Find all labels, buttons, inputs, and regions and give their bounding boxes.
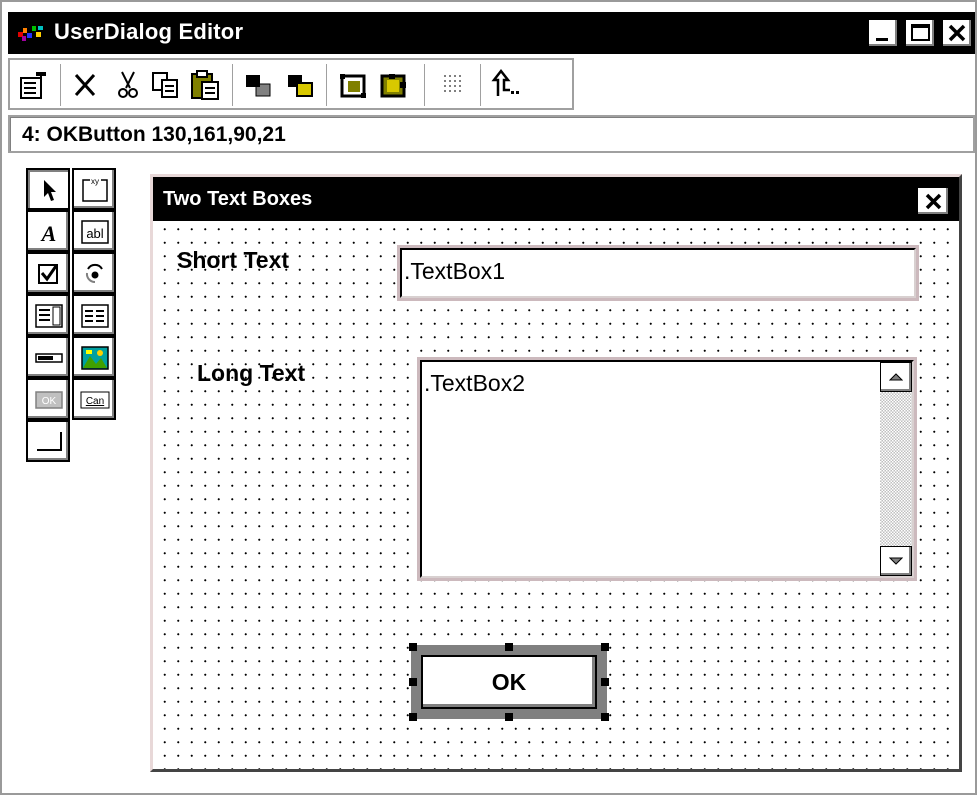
- toolbar: [8, 58, 574, 110]
- control-toolbox: xy A abl OK Can: [26, 168, 120, 476]
- svg-text:Can: Can: [86, 396, 104, 407]
- bring-to-front-button[interactable]: [282, 66, 318, 104]
- resize-handle[interactable]: [505, 643, 513, 651]
- tool-okbutton[interactable]: OK: [26, 378, 70, 420]
- tool-pointer[interactable]: [26, 168, 70, 210]
- textbox1-control[interactable]: .TextBox1: [397, 245, 919, 301]
- tool-optionbutton[interactable]: [72, 252, 116, 294]
- ok-button-selected[interactable]: OK: [409, 643, 609, 721]
- tool-cancelbutton[interactable]: Can: [72, 378, 116, 420]
- close-button[interactable]: [942, 19, 972, 47]
- grid-button[interactable]: [436, 66, 472, 104]
- properties-icon: [20, 72, 46, 99]
- title-bar[interactable]: UserDialog Editor: [8, 12, 975, 54]
- svg-text:xy: xy: [91, 177, 99, 186]
- grid-icon: [444, 75, 461, 92]
- long-text-label[interactable]: Long Text: [197, 360, 305, 387]
- close-icon: [948, 24, 966, 42]
- textbox2-control[interactable]: .TextBox2: [417, 357, 917, 581]
- resize-handle[interactable]: [601, 678, 609, 686]
- dialog-close-button[interactable]: [917, 187, 949, 215]
- ok-button-label: OK: [491, 669, 527, 695]
- send-to-back-icon: [246, 75, 271, 97]
- vertical-scrollbar[interactable]: [880, 362, 912, 576]
- close-icon: [925, 193, 942, 210]
- window-title: UserDialog Editor: [54, 19, 244, 44]
- delete-button[interactable]: [68, 66, 104, 104]
- groupbox-icon: xy: [82, 177, 108, 202]
- ok-button[interactable]: OK: [421, 655, 597, 709]
- group-icon: [340, 74, 366, 98]
- scissors-icon: [118, 71, 138, 98]
- listbox-tool-icon: [35, 304, 63, 328]
- run-dialog-button[interactable]: [490, 66, 526, 104]
- selection-status: 4: OKButton 130,161,90,21: [22, 123, 286, 146]
- properties-button[interactable]: [16, 66, 52, 104]
- tool-combobox[interactable]: [26, 336, 70, 378]
- send-to-back-button[interactable]: [240, 66, 276, 104]
- ungroup-icon: [380, 74, 406, 98]
- pushbutton-tool-icon: [37, 432, 62, 451]
- cut-button[interactable]: [110, 66, 146, 104]
- textbox1-name: .TextBox1: [404, 258, 505, 284]
- app-icon: [18, 26, 43, 41]
- design-dialog[interactable]: Two Text Boxes Short Text .TextBox1 Long…: [150, 174, 962, 772]
- tool-checkbox[interactable]: [26, 252, 70, 294]
- dialog-title-bar[interactable]: Two Text Boxes: [153, 177, 959, 221]
- scroll-up-icon: [889, 373, 903, 381]
- svg-text:A: A: [40, 221, 57, 246]
- paste-button[interactable]: [188, 66, 224, 104]
- resize-handle[interactable]: [409, 713, 417, 721]
- text-tool-icon: A: [40, 221, 57, 246]
- copy-icon: [152, 72, 178, 98]
- tool-picture[interactable]: [72, 336, 116, 378]
- scroll-up-button[interactable]: [880, 362, 912, 392]
- tool-textbox[interactable]: abl: [72, 210, 116, 252]
- minimize-button[interactable]: [868, 19, 898, 47]
- ungroup-button[interactable]: [376, 66, 412, 104]
- cancelbutton-tool-icon: Can: [80, 391, 110, 409]
- resize-handle[interactable]: [505, 713, 513, 721]
- droplistbox-tool-icon: [81, 304, 109, 328]
- copy-button[interactable]: [148, 66, 184, 104]
- resize-handle[interactable]: [601, 713, 609, 721]
- paste-icon: [191, 70, 219, 100]
- checkbox-tool-icon: [38, 264, 58, 284]
- scroll-down-button[interactable]: [880, 546, 912, 576]
- minimize-icon: [876, 38, 888, 41]
- svg-text:OK: OK: [42, 396, 57, 407]
- tool-listbox[interactable]: [26, 294, 70, 336]
- combobox-tool-icon: [35, 353, 63, 363]
- dialog-title: Two Text Boxes: [163, 188, 313, 210]
- maximize-button[interactable]: [905, 19, 935, 47]
- tool-groupbox[interactable]: xy: [72, 168, 116, 210]
- group-button[interactable]: [336, 66, 372, 104]
- status-bar: 4: OKButton 130,161,90,21: [8, 115, 975, 153]
- maximize-icon: [911, 24, 930, 41]
- delete-icon: [74, 73, 96, 97]
- textbox2-name: .TextBox2: [424, 370, 525, 396]
- radio-tool-icon: [85, 263, 103, 284]
- bring-to-front-icon: [288, 75, 313, 97]
- okbutton-tool-icon: OK: [35, 391, 63, 409]
- tool-pushbutton[interactable]: [26, 420, 70, 462]
- picture-tool-icon: [81, 346, 109, 370]
- scroll-down-icon: [889, 557, 903, 565]
- userdialog-editor-window: UserDialog Editor 4: OKButton 130,161,90…: [0, 0, 977, 795]
- pointer-icon: [44, 180, 56, 201]
- tool-droplistbox[interactable]: [72, 294, 116, 336]
- svg-text:abl: abl: [86, 226, 103, 241]
- resize-handle[interactable]: [601, 643, 609, 651]
- short-text-label[interactable]: Short Text: [177, 247, 289, 274]
- resize-handle[interactable]: [409, 643, 417, 651]
- textbox-tool-icon: abl: [81, 220, 109, 244]
- tool-text[interactable]: A: [26, 210, 70, 252]
- run-arrow-icon: [491, 68, 519, 96]
- resize-handle[interactable]: [409, 678, 417, 686]
